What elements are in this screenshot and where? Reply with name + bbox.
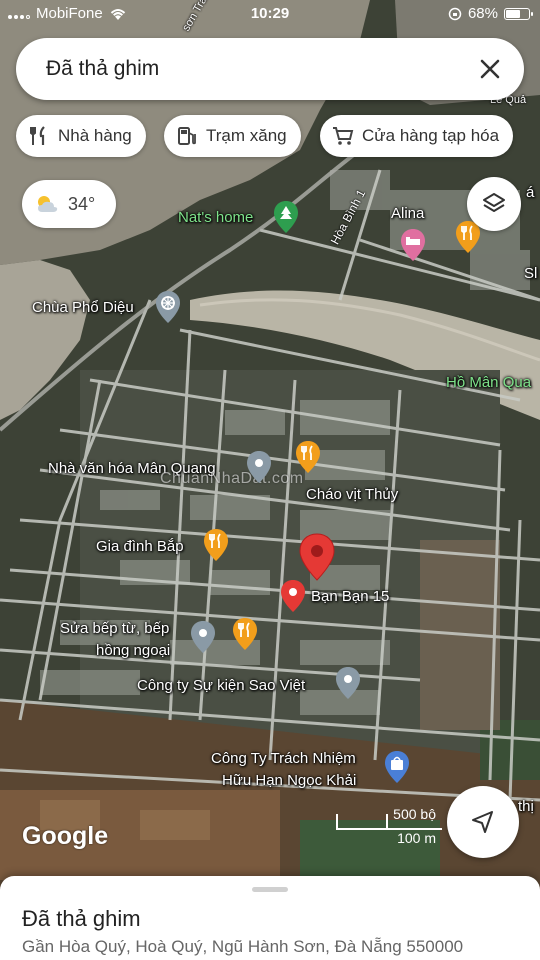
chip-restaurants[interactable]: Nhà hàng — [16, 115, 146, 157]
place-icon — [336, 667, 360, 699]
shopping-marker[interactable] — [384, 750, 410, 784]
temple-marker[interactable] — [155, 290, 181, 324]
hotel-marker[interactable] — [400, 228, 426, 262]
map-label-cong-ty-su-kien[interactable]: Công ty Sự kiện Sao Việt — [137, 677, 305, 694]
map-label-ho-man-quang[interactable]: Hồ Mân Qua — [446, 374, 531, 391]
layers-button[interactable] — [467, 177, 521, 231]
pin-marker-ban-ban-15[interactable] — [280, 579, 306, 613]
weather-chip[interactable]: 34° — [22, 180, 116, 228]
restaurant-marker-gia-dinh-bap[interactable] — [203, 528, 229, 562]
my-location-button[interactable] — [447, 786, 519, 858]
fork-knife-icon — [233, 618, 257, 650]
restaurant-icon — [30, 126, 45, 145]
fork-knife-icon — [296, 441, 320, 473]
battery-percent: 68% — [467, 5, 498, 22]
chip-restaurants-label: Nhà hàng — [58, 126, 132, 145]
map-label-cong-ty-tnhh-line1[interactable]: Công Ty Trách Nhiệm — [211, 750, 356, 767]
layers-icon — [483, 193, 505, 212]
place-icon — [191, 621, 215, 653]
map-label-sua-bep-line1[interactable]: Sửa bếp từ, bếp — [60, 620, 169, 637]
location-pin-icon — [281, 580, 305, 612]
dharma-wheel-icon — [156, 291, 180, 323]
weather-temperature: 34° — [68, 193, 96, 214]
map-label-fragment-si: Sl — [524, 265, 538, 282]
rotation-lock-icon — [448, 7, 462, 20]
dropped-pin[interactable] — [299, 533, 335, 581]
sheet-drag-handle[interactable] — [252, 887, 288, 892]
chip-grocery[interactable]: Cửa hàng tạp hóa — [320, 115, 514, 157]
watermark: ChuanNhaDat.com — [160, 470, 304, 487]
chip-gas-stations-label: Trạm xăng — [206, 126, 287, 145]
fork-knife-icon — [204, 529, 228, 561]
bed-icon — [401, 229, 425, 261]
community-house-marker[interactable] — [246, 450, 272, 484]
status-bar: MobiFone 10:29 68% — [0, 0, 540, 28]
event-company-marker[interactable] — [335, 666, 361, 700]
scale-metric: 100 m — [397, 830, 436, 846]
search-bar[interactable]: Đã thả ghim — [16, 38, 524, 100]
gas-station-icon — [178, 127, 196, 145]
navigation-arrow-icon — [472, 811, 493, 833]
tree-icon — [274, 201, 298, 233]
dropped-pin-icon — [299, 533, 335, 581]
map-label-fragment-thi: thị — [518, 798, 534, 815]
chip-gas-stations[interactable]: Trạm xăng — [164, 115, 301, 157]
restaurant-marker-sua-bep[interactable] — [232, 617, 258, 651]
map-label-chua-pho-dieu[interactable]: Chùa Phổ Diệu — [32, 299, 134, 316]
map-label-cong-ty-tnhh-line2[interactable]: Hữu Hạn Ngọc Khải — [222, 772, 356, 789]
close-icon[interactable] — [472, 51, 508, 87]
cart-icon — [333, 127, 354, 145]
map-scale: 500 bộ 100 m — [330, 806, 442, 850]
partly-cloudy-icon — [38, 196, 58, 212]
battery-icon — [504, 7, 533, 20]
google-logo: Google — [22, 822, 109, 850]
map-label-nats-home[interactable]: Nat's home — [178, 209, 253, 226]
search-text[interactable]: Đã thả ghim — [46, 57, 159, 81]
place-title: Đã thả ghim — [22, 906, 141, 931]
repair-shop-marker[interactable] — [190, 620, 216, 654]
chip-grocery-label: Cửa hàng tạp hóa — [362, 126, 500, 145]
park-marker[interactable] — [273, 200, 299, 234]
scale-imperial: 500 bộ — [393, 806, 436, 822]
place-address: Gần Hòa Quý, Hoà Quý, Ngũ Hành Sơn, Đà N… — [22, 937, 464, 956]
map-label-chao-vit-thuy[interactable]: Cháo vịt Thủy — [306, 486, 398, 503]
restaurant-marker-chao-vit[interactable] — [295, 440, 321, 474]
map-label-ban-ban-15[interactable]: Bạn Bạn 15 — [311, 588, 389, 605]
shopping-bag-icon — [385, 751, 409, 783]
map-label-fragment-a: á — [526, 184, 535, 201]
place-icon — [247, 451, 271, 483]
map-label-sua-bep-line2[interactable]: hồng ngoại — [96, 642, 170, 659]
map-label-alina[interactable]: Alina — [391, 205, 424, 222]
map-label-gia-dinh-bap[interactable]: Gia đình Bắp — [96, 538, 184, 555]
